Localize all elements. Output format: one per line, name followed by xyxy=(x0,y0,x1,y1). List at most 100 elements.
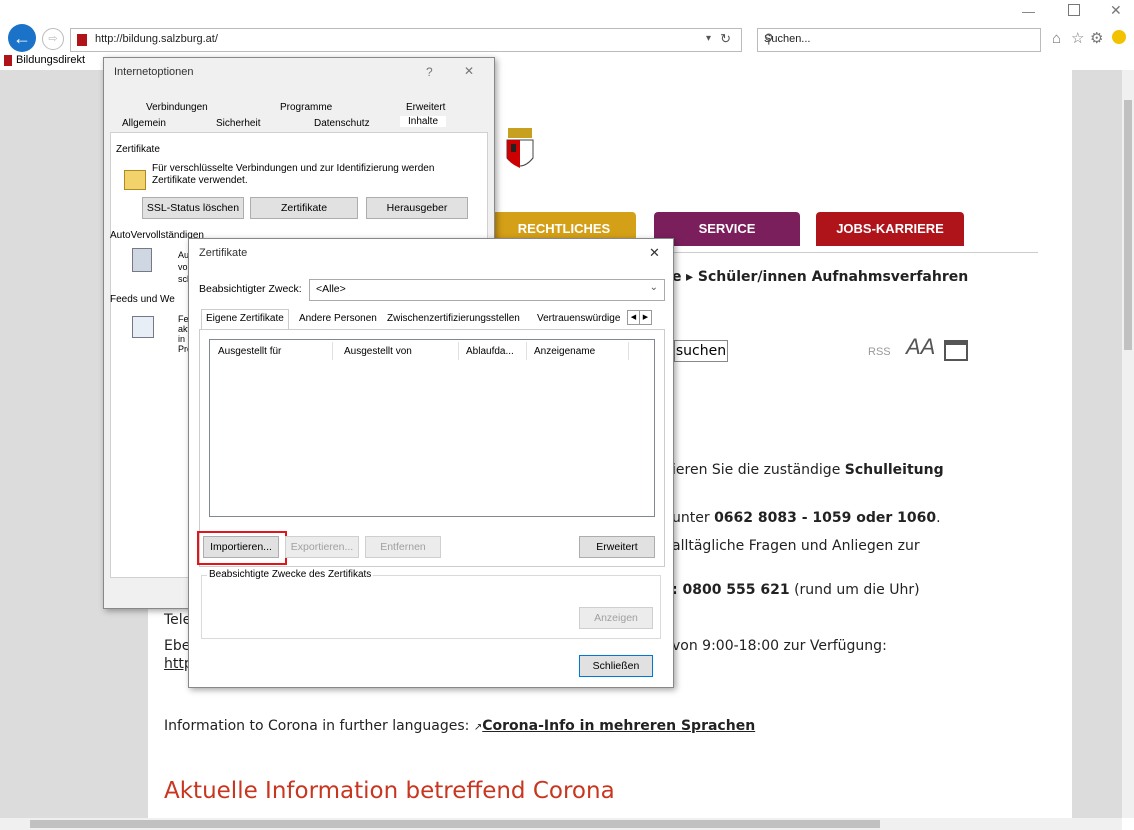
scroll-thumb[interactable] xyxy=(1124,100,1132,350)
address-bar[interactable]: http://bildung.salzburg.at/ ▾ ↻ xyxy=(70,28,742,52)
tab-verbindungen[interactable]: Verbindungen xyxy=(146,102,208,113)
purpose-label: Beabsichtigter Zweck: xyxy=(199,283,302,295)
corona-info-text: Information to Corona in further languag… xyxy=(164,718,474,734)
column-divider xyxy=(332,342,333,360)
autocomplete-snippet: vo xyxy=(178,262,188,272)
site-search-button[interactable]: suchen xyxy=(674,340,728,362)
text-bold: : 0800 555 621 xyxy=(672,582,790,598)
horizontal-scrollbar[interactable] xyxy=(0,818,1122,830)
view-button[interactable]: Anzeigen xyxy=(579,607,653,629)
coat-of-arms-logo xyxy=(505,128,535,174)
certificate-icon xyxy=(124,170,146,190)
cert-list[interactable]: Ausgestellt für Ausgestellt von Ablaufda… xyxy=(209,339,655,517)
zertifikate-group-label: Zertifikate xyxy=(116,144,160,155)
advanced-button[interactable]: Erweitert xyxy=(579,536,655,558)
purposes-label: Beabsichtigte Zwecke des Zertifikats xyxy=(207,569,374,580)
column-divider xyxy=(526,342,527,360)
search-icon[interactable]: ⚲ xyxy=(764,31,1030,47)
text-bold: Schulleitung xyxy=(844,462,944,478)
nav-jobs-karriere[interactable]: JOBS-KARRIERE xyxy=(816,212,964,246)
chevron-down-icon: ⌄ xyxy=(649,282,658,293)
tab-intermediate[interactable]: Zwischenzertifizierungsstellen xyxy=(387,313,520,324)
remove-button[interactable]: Entfernen xyxy=(365,536,441,558)
text-part: ieren Sie die zuständige xyxy=(672,462,845,478)
vertical-scrollbar[interactable] xyxy=(1122,70,1134,818)
tab-own-certs[interactable]: Eigene Zertifikate xyxy=(201,309,289,330)
column-divider xyxy=(458,342,459,360)
text-line-anliegen: alltägliche Fragen und Anliegen zur xyxy=(672,538,920,554)
tab-other-people[interactable]: Andere Personen xyxy=(299,313,377,324)
zertifikate-desc-1: Für verschlüsselte Verbindungen und zur … xyxy=(152,163,435,174)
zertifikate-desc-2: Zertifikate verwendet. xyxy=(152,175,248,186)
breadcrumb-link[interactable]: ▸ Schüler/innen Aufnahmsverfahren xyxy=(686,269,968,285)
page-margin-right xyxy=(1072,70,1122,830)
tab-trusted[interactable]: Vertrauenswürdige S xyxy=(537,313,623,324)
feedback-smiley-icon[interactable] xyxy=(1112,30,1126,44)
help-button[interactable]: ? xyxy=(426,65,433,79)
print-icon[interactable] xyxy=(944,340,968,361)
column-header-friendly-name[interactable]: Anzeigename xyxy=(534,346,595,357)
minimize-button[interactable]: — xyxy=(1022,4,1035,19)
text-line-hours: von 9:00-18:00 zur Verfügung: xyxy=(672,638,887,654)
font-size-icon[interactable]: AA xyxy=(906,334,935,360)
feeds-label: Feeds und We xyxy=(110,294,175,305)
dialog-title: Internetoptionen xyxy=(114,66,194,78)
export-button[interactable]: Exportieren... xyxy=(285,536,359,558)
tab-scroll-right[interactable]: ▶ xyxy=(639,310,652,325)
publishers-button[interactable]: Herausgeber xyxy=(366,197,468,219)
tab-favicon-icon xyxy=(4,55,12,66)
url-text: http://bildung.salzburg.at/ xyxy=(95,33,218,45)
import-button[interactable]: Importieren... xyxy=(203,536,279,558)
back-button[interactable]: ← xyxy=(8,24,36,52)
dropdown-icon[interactable]: ▾ xyxy=(706,33,711,44)
feeds-snippet: Fe xyxy=(178,314,189,324)
search-box[interactable]: Suchen... ⚲ xyxy=(757,28,1041,52)
column-divider xyxy=(628,342,629,360)
external-link-icon: ↗ xyxy=(473,722,483,733)
site-favicon-icon xyxy=(77,34,87,46)
hscroll-thumb[interactable] xyxy=(30,820,880,828)
text-line-phone: unter 0662 8083 - 1059 oder 1060. xyxy=(672,510,941,526)
tab-sicherheit[interactable]: Sicherheit xyxy=(216,118,260,129)
rss-label: RSS xyxy=(868,346,891,358)
text-line-schulleitung: ieren Sie die zuständige Schulleitung xyxy=(672,462,944,478)
text-part: unter xyxy=(672,510,715,526)
close-button[interactable]: ✕ xyxy=(464,64,474,78)
close-dialog-button[interactable]: Schließen xyxy=(579,655,653,677)
text-end: . xyxy=(936,510,941,526)
tab-datenschutz[interactable]: Datenschutz xyxy=(314,118,370,129)
column-header-issued-to[interactable]: Ausgestellt für xyxy=(218,346,281,357)
close-window-button[interactable]: ✕ xyxy=(1110,2,1122,19)
forward-button[interactable]: ⇨ xyxy=(42,28,64,50)
text-bold: 0662 8083 - 1059 oder 1060 xyxy=(714,510,937,526)
maximize-button[interactable] xyxy=(1068,4,1080,16)
tab-programme[interactable]: Programme xyxy=(280,102,332,113)
text-end: (rund um die Uhr) xyxy=(789,582,920,598)
feeds-icon xyxy=(132,316,154,338)
purpose-select[interactable]: <Alle> ⌄ xyxy=(309,279,665,301)
settings-gear-icon[interactable]: ⚙ xyxy=(1090,29,1103,47)
tab-allgemein[interactable]: Allgemein xyxy=(122,118,166,129)
corona-info-line: Information to Corona in further languag… xyxy=(164,718,755,734)
column-header-issued-by[interactable]: Ausgestellt von xyxy=(344,346,412,357)
tab-inhalte[interactable]: Inhalte xyxy=(400,116,447,127)
certificates-dialog: Zertifikate ✕ Beabsichtigter Zweck: <All… xyxy=(188,238,674,688)
browser-tab[interactable]: Bildungsdirekt xyxy=(16,54,85,66)
dialog-title: Zertifikate xyxy=(199,247,248,259)
tab-erweitert[interactable]: Erweitert xyxy=(406,102,445,113)
text-ebe: Ebe xyxy=(164,638,191,654)
refresh-icon[interactable]: ↻ xyxy=(720,31,731,47)
nav-service[interactable]: SERVICE xyxy=(654,212,800,246)
favorites-star-icon[interactable]: ☆ xyxy=(1071,29,1084,47)
rss-icon[interactable]: RSS xyxy=(868,346,891,358)
text-line-hotline: : 0800 555 621 (rund um die Uhr) xyxy=(672,582,920,598)
close-button[interactable]: ✕ xyxy=(649,245,660,261)
certificates-button[interactable]: Zertifikate xyxy=(250,197,358,219)
page-heading: Aktuelle Information betreffend Corona xyxy=(164,778,615,804)
autocomplete-icon xyxy=(132,248,152,272)
ssl-clear-button[interactable]: SSL-Status löschen xyxy=(142,197,244,219)
home-icon[interactable]: ⌂ xyxy=(1052,30,1061,47)
column-header-expiry[interactable]: Ablaufda... xyxy=(466,346,514,357)
corona-info-link[interactable]: Corona-Info in mehreren Sprachen xyxy=(482,718,755,734)
purpose-select-value: <Alle> xyxy=(316,283,346,295)
